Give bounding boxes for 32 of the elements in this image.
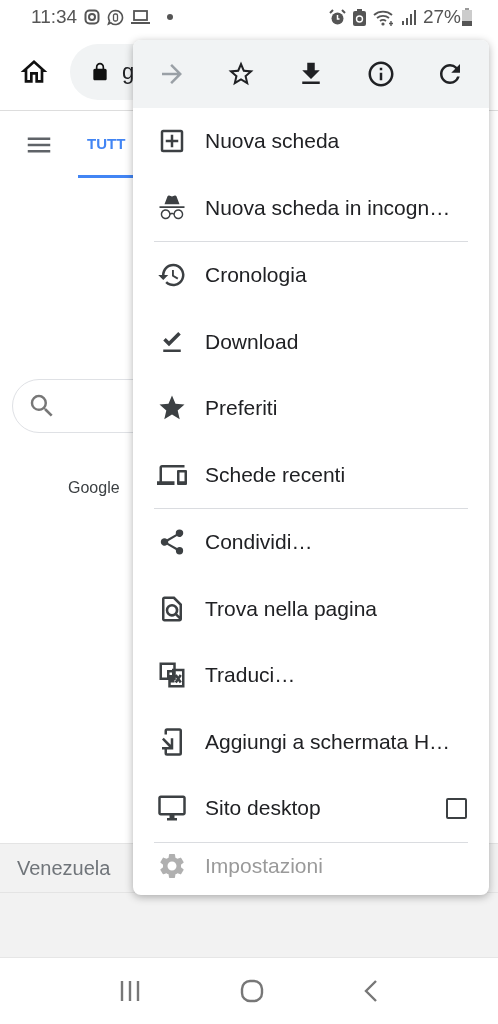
location-text: Venezuela <box>17 856 111 880</box>
menu-item[interactable]: Sito desktop <box>133 775 489 842</box>
dot-icon <box>167 14 174 20</box>
camera-app-icon <box>84 9 101 25</box>
menu-item[interactable]: Cronologia <box>133 242 489 309</box>
recent-apps-button[interactable] <box>119 980 142 1002</box>
wifi-icon <box>372 8 395 26</box>
menu-item[interactable]: Preferiti <box>133 375 489 442</box>
checkbox[interactable] <box>446 797 467 819</box>
menu-item[interactable]: Nuova scheda <box>133 108 489 175</box>
menu-item[interactable]: Nuova scheda in incogn… <box>133 174 489 241</box>
battery-percentage: 27% <box>422 6 461 28</box>
menu-item[interactable]: Schede recenti <box>133 441 489 508</box>
footer-text: Google <box>68 479 121 497</box>
menu-item[interactable]: Traduci… <box>133 642 489 709</box>
laptop-icon <box>131 9 151 25</box>
alarm-icon <box>328 8 346 26</box>
battery-saver-icon <box>352 8 366 26</box>
home-nav-button[interactable] <box>240 979 264 1003</box>
chat-bubble-icon <box>107 8 125 26</box>
menu-item[interactable]: Download <box>133 308 489 375</box>
lock-icon <box>90 62 110 82</box>
url-text: g <box>122 59 135 85</box>
menu-item[interactable]: Condividi… <box>133 509 489 576</box>
menu-item[interactable]: Aggiungi a schermata H… <box>133 708 489 775</box>
monitor-icon <box>157 793 187 824</box>
translate-icon <box>157 660 187 691</box>
clock-time: 11:34 <box>31 6 78 28</box>
battery-icon <box>462 8 472 26</box>
menu-item[interactable]: Trova nella pagina <box>133 575 489 642</box>
back-button[interactable] <box>362 979 379 1003</box>
signal-icon <box>401 9 416 25</box>
